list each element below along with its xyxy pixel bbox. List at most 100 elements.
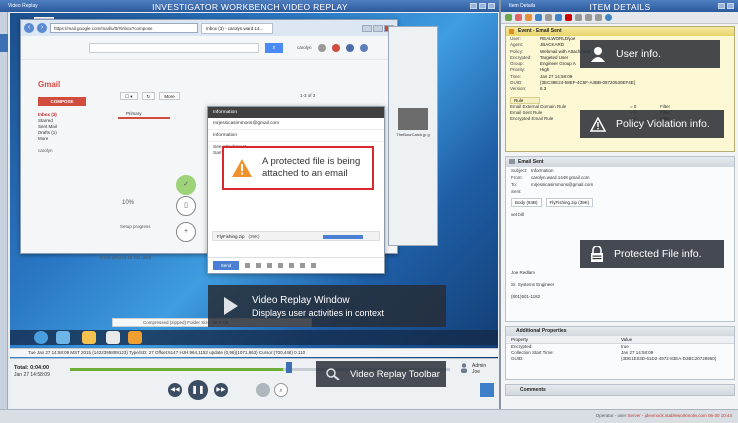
browser-tab[interactable]: Inbox (3) - carolyn.ward.14... bbox=[201, 22, 273, 34]
compose-subject-field[interactable]: Information bbox=[208, 130, 384, 142]
reject-icon[interactable] bbox=[515, 14, 522, 21]
fast-forward-button[interactable]: ▶▶ bbox=[214, 383, 228, 397]
photo-icon[interactable] bbox=[289, 263, 294, 268]
email-body: vet bill bbox=[511, 212, 524, 217]
compose-button[interactable]: COMPOSE bbox=[38, 97, 86, 106]
browser-minimize-button[interactable] bbox=[362, 24, 372, 32]
avatar[interactable] bbox=[359, 43, 368, 52]
email-field-row: Subject: Information bbox=[506, 167, 734, 174]
timeline-progress bbox=[70, 368, 283, 371]
toolbar-callout-title: Video Replay Toolbar bbox=[350, 368, 440, 380]
share-icon[interactable] bbox=[345, 43, 354, 52]
taskbar-app-icon[interactable] bbox=[106, 331, 120, 344]
compose-window: Information mrjessicasimmons@gmail.com I… bbox=[207, 106, 385, 274]
taskbar-folder-icon[interactable] bbox=[82, 331, 96, 344]
taskbar-chrome-icon[interactable] bbox=[128, 331, 142, 344]
zoom-icon[interactable]: ⌕ bbox=[274, 383, 288, 397]
delete-icon[interactable] bbox=[565, 14, 572, 21]
apps-grid-icon[interactable] bbox=[317, 43, 326, 52]
search-icon[interactable]: ⌕ bbox=[265, 42, 283, 53]
property-row: GUID: {3DE1E03D-61D2-4972-83EA-D3BC207289… bbox=[506, 356, 734, 362]
more-menu[interactable]: More bbox=[159, 92, 180, 100]
signature-name: Joe Redlam bbox=[511, 270, 536, 275]
drive-icon[interactable] bbox=[267, 263, 272, 268]
value-column-header[interactable]: Value bbox=[621, 336, 632, 343]
forward-icon[interactable]: › bbox=[37, 23, 47, 33]
hangouts-user[interactable]: carolyn bbox=[38, 148, 108, 154]
signature-title: Sr. Systems Engineer bbox=[511, 282, 555, 287]
event-field-k: Version: bbox=[510, 86, 527, 92]
refresh-icon[interactable]: ↻ bbox=[141, 92, 156, 100]
email-field-k: Subject: bbox=[511, 168, 528, 173]
select-all-checkbox[interactable]: ☐ ▾ bbox=[120, 92, 138, 100]
start-button[interactable] bbox=[34, 331, 48, 344]
attachment-name: FlyFishing.zip bbox=[217, 234, 245, 239]
property-column-header[interactable]: Property bbox=[511, 336, 621, 343]
server-info: Server - jdevmock.stableworkmotiv.com 06… bbox=[627, 413, 732, 418]
url-bar[interactable]: https://mail.google.com/mail/u/0/#inbox?… bbox=[50, 23, 198, 33]
money-icon[interactable] bbox=[278, 263, 283, 268]
check-icon[interactable]: ✓ bbox=[176, 175, 196, 195]
signature-phone: (801)501-1182 bbox=[511, 294, 541, 299]
approve-icon[interactable] bbox=[505, 14, 512, 21]
replay-date: Jan 27 14:58:09 bbox=[14, 372, 50, 378]
record-button[interactable] bbox=[256, 383, 270, 397]
operator-status: Operator - user Server - jdevmock.stable… bbox=[596, 413, 732, 418]
emoji-icon[interactable] bbox=[311, 263, 316, 268]
browser-maximize-button[interactable] bbox=[373, 24, 383, 32]
compose-header[interactable]: Information bbox=[208, 107, 384, 118]
total-duration: Total: 0:04:00 bbox=[14, 365, 50, 371]
assign-icon[interactable] bbox=[555, 14, 562, 21]
flag-icon[interactable] bbox=[525, 14, 532, 21]
properties-header[interactable]: Additional Properties bbox=[506, 327, 734, 336]
gmail-search-bar: ⌕ carolyn bbox=[21, 36, 397, 60]
gmail-search-input[interactable] bbox=[89, 42, 259, 53]
compose-to-field[interactable]: mrjessicasimmons@gmail.com bbox=[208, 118, 384, 130]
operator-label: Operator - user bbox=[595, 413, 627, 418]
send-button[interactable]: Send bbox=[213, 261, 239, 270]
event-header[interactable]: Event - Email Sent bbox=[506, 27, 734, 36]
export-button[interactable] bbox=[480, 383, 494, 397]
email-sent-header[interactable]: Email Sent bbox=[506, 157, 734, 167]
notifications-icon[interactable] bbox=[331, 43, 340, 52]
image-thumbnail[interactable] bbox=[398, 108, 428, 130]
format-icon[interactable] bbox=[245, 263, 250, 268]
property-v: {3DE1E03D-61D2-4972-83EA-D3BC20728950} bbox=[621, 356, 717, 361]
taskbar-ie-icon[interactable] bbox=[56, 331, 70, 344]
pause-button[interactable]: ❚❚ bbox=[188, 380, 208, 400]
rewind-button[interactable]: ◀◀ bbox=[168, 383, 182, 397]
mail-icon[interactable] bbox=[535, 14, 542, 21]
print-icon[interactable] bbox=[575, 14, 582, 21]
event-field-row: Version: 6.3 bbox=[506, 86, 734, 92]
attach-icon[interactable] bbox=[256, 263, 261, 268]
side-tab[interactable] bbox=[0, 34, 8, 52]
lock-icon[interactable] bbox=[585, 14, 592, 21]
forward-icon[interactable] bbox=[545, 14, 552, 21]
device-icon[interactable]: ▯ bbox=[176, 196, 196, 216]
attachment-tab[interactable]: FlyFishing.zip (39K) bbox=[545, 198, 594, 207]
add-contact-icon[interactable]: + bbox=[176, 222, 196, 242]
folder-more[interactable]: More bbox=[38, 136, 108, 142]
protected-file-callout: Protected File info. bbox=[580, 240, 724, 268]
compose-footer: Send bbox=[208, 257, 384, 273]
body-tab[interactable]: Body (84B) bbox=[511, 198, 542, 207]
gmail-list-toolbar: ☐ ▾ ↻ More bbox=[120, 92, 180, 100]
gmail-user-label[interactable]: carolyn bbox=[297, 45, 312, 50]
properties-columns: Property Value bbox=[506, 336, 734, 344]
attachment-row[interactable]: FlyFishing.zip (39K) bbox=[212, 231, 380, 241]
lock-icon bbox=[591, 246, 603, 262]
tab-primary[interactable]: Primary bbox=[118, 110, 170, 119]
comments-panel[interactable]: Comments bbox=[505, 384, 735, 396]
gmail-logo[interactable]: Gmail bbox=[38, 80, 108, 89]
info-icon[interactable] bbox=[605, 14, 612, 21]
email-field-k: Sent: bbox=[511, 189, 522, 194]
link-icon[interactable] bbox=[300, 263, 305, 268]
back-icon[interactable]: ‹ bbox=[24, 23, 34, 33]
replay-user: Admin Joe bbox=[472, 363, 486, 375]
message-count: 1-3 of 3 bbox=[300, 93, 316, 98]
timeline-marker[interactable] bbox=[286, 362, 292, 373]
email-sent-panel: Email Sent Subject: Information From: carol… bbox=[505, 156, 735, 322]
system-tray[interactable] bbox=[450, 333, 490, 341]
export-icon[interactable] bbox=[595, 14, 602, 21]
email-field-k: To: bbox=[511, 182, 518, 187]
